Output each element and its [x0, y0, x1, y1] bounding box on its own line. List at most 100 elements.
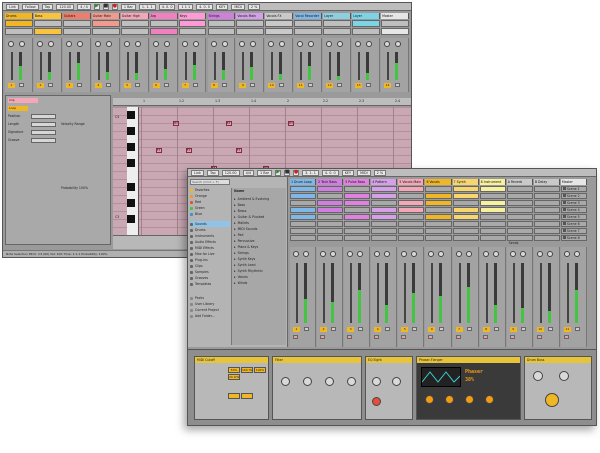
eq-knob-3[interactable] — [372, 397, 381, 406]
clip-slot[interactable] — [506, 186, 533, 192]
track-header[interactable]: Master — [560, 179, 587, 185]
eq-device[interactable]: EQ Eight — [365, 356, 413, 420]
play-icon[interactable]: ▶ — [275, 169, 282, 176]
drum-buss-knob-2[interactable] — [559, 371, 569, 381]
clip-slot[interactable] — [371, 221, 398, 227]
piano-keyboard[interactable]: C4 C3 — [115, 107, 139, 235]
filter-knob-1[interactable] — [281, 377, 290, 386]
clip-slot[interactable] — [371, 186, 398, 192]
track-header[interactable]: Strings — [207, 13, 236, 19]
scene-launch[interactable]: Scene 8 — [561, 235, 587, 241]
send-knob[interactable] — [320, 251, 327, 257]
groove-field[interactable] — [31, 138, 56, 143]
track-header[interactable]: 5 Vocals Main — [398, 179, 425, 185]
clip-slot[interactable] — [452, 228, 479, 234]
filter-knob-3[interactable] — [325, 377, 334, 386]
drum-buss-boom-knob[interactable] — [545, 393, 559, 407]
pan-knob[interactable] — [239, 41, 246, 47]
send-knob[interactable] — [76, 41, 83, 47]
scene-launch[interactable]: Scene 1 — [561, 186, 587, 192]
pan-knob[interactable] — [303, 251, 309, 257]
pan-knob[interactable] — [297, 41, 304, 47]
send-knob[interactable] — [366, 41, 373, 47]
midi-note[interactable]: B3 — [225, 121, 232, 127]
device-toggle-a[interactable] — [228, 393, 240, 399]
solo-button[interactable] — [574, 327, 580, 331]
clip-slot[interactable] — [323, 28, 352, 35]
send-knob[interactable] — [337, 41, 344, 47]
clip-title[interactable]: Clip — [8, 98, 38, 103]
scene-launch[interactable]: Scene 3 — [561, 200, 587, 206]
place-item[interactable]: Add Folder... — [190, 313, 280, 319]
toolbar-field-2[interactable]: 120.00 — [221, 169, 240, 176]
pan-knob[interactable] — [210, 41, 217, 47]
volume-fader[interactable] — [296, 263, 298, 323]
solo-button[interactable] — [192, 83, 198, 87]
clip-slot[interactable] — [479, 228, 506, 234]
clip-slot[interactable] — [317, 214, 344, 220]
toolbar-field-9[interactable]: 4. 0. 0 — [196, 3, 213, 10]
arm-button[interactable] — [320, 335, 326, 339]
volume-fader[interactable] — [300, 52, 303, 80]
track-number[interactable]: 2 — [36, 83, 44, 88]
clip-slot[interactable] — [398, 235, 425, 241]
send-knob[interactable] — [395, 41, 402, 47]
arm-button[interactable] — [347, 335, 353, 339]
track-number[interactable]: 8 — [482, 327, 490, 332]
drum-buss-knob-1[interactable] — [533, 371, 543, 381]
send-knob[interactable] — [401, 251, 408, 257]
pan-knob[interactable] — [330, 251, 337, 257]
track-number[interactable]: 11 — [563, 327, 571, 332]
clip-slot[interactable] — [344, 193, 371, 199]
clip-slot[interactable] — [479, 235, 506, 241]
clip-slot[interactable] — [323, 20, 352, 27]
pan-knob[interactable] — [65, 41, 72, 47]
toolbar-field-8[interactable]: MIDI — [357, 169, 371, 176]
send-knob[interactable] — [134, 41, 141, 47]
clip-slot[interactable] — [398, 186, 425, 192]
clip-slot[interactable] — [506, 193, 533, 199]
arm-button[interactable] — [428, 335, 434, 339]
solo-button[interactable] — [358, 327, 364, 331]
arm-button[interactable] — [482, 335, 488, 339]
midi-note[interactable]: F3 — [185, 148, 192, 154]
clip-slot[interactable] — [479, 221, 506, 227]
toolbar-field-4[interactable]: 4 / 4 — [77, 3, 91, 10]
eq-knob-2[interactable] — [392, 377, 401, 386]
solo-button[interactable] — [366, 83, 372, 87]
loop-toggle[interactable]: Loop — [8, 106, 28, 111]
clip-slot[interactable] — [290, 207, 317, 213]
clip-slot[interactable] — [178, 28, 207, 35]
track-header[interactable]: Master — [381, 13, 409, 19]
send-knob[interactable] — [482, 251, 489, 257]
clip-slot[interactable] — [452, 193, 479, 199]
device-value-2[interactable]: 160 Hz — [241, 367, 253, 373]
phaser-knob-4[interactable] — [485, 395, 494, 404]
volume-fader[interactable] — [11, 52, 13, 80]
pan-knob[interactable] — [438, 251, 445, 257]
toolbar-field-4[interactable]: 1 Bar — [257, 169, 273, 176]
solo-button[interactable] — [304, 327, 309, 331]
toolbar-field-1[interactable]: Follow — [21, 3, 39, 10]
clip-slot[interactable] — [236, 28, 265, 35]
clip-slot[interactable] — [533, 214, 560, 220]
send-knob[interactable] — [308, 41, 315, 47]
clip-slot[interactable] — [344, 235, 371, 241]
volume-fader[interactable] — [68, 52, 71, 80]
track-header[interactable]: 7 Synth — [452, 179, 479, 185]
send-knob[interactable] — [509, 251, 516, 257]
send-knob[interactable] — [293, 251, 299, 257]
solo-button[interactable] — [385, 327, 391, 331]
track-number[interactable]: 9 — [509, 327, 517, 332]
toolbar-field-3[interactable]: 4/4 — [242, 169, 255, 176]
send-knob[interactable] — [563, 251, 570, 257]
clip-slot[interactable] — [294, 28, 323, 35]
track-header[interactable]: Layer — [323, 13, 352, 19]
clip-slot[interactable] — [317, 186, 344, 192]
solo-button[interactable] — [47, 83, 53, 87]
solo-button[interactable] — [76, 83, 82, 87]
clip-slot[interactable] — [452, 221, 479, 227]
pan-knob[interactable] — [384, 41, 391, 47]
pan-knob[interactable] — [123, 41, 130, 47]
track-header[interactable]: Vocals Main — [236, 13, 265, 19]
